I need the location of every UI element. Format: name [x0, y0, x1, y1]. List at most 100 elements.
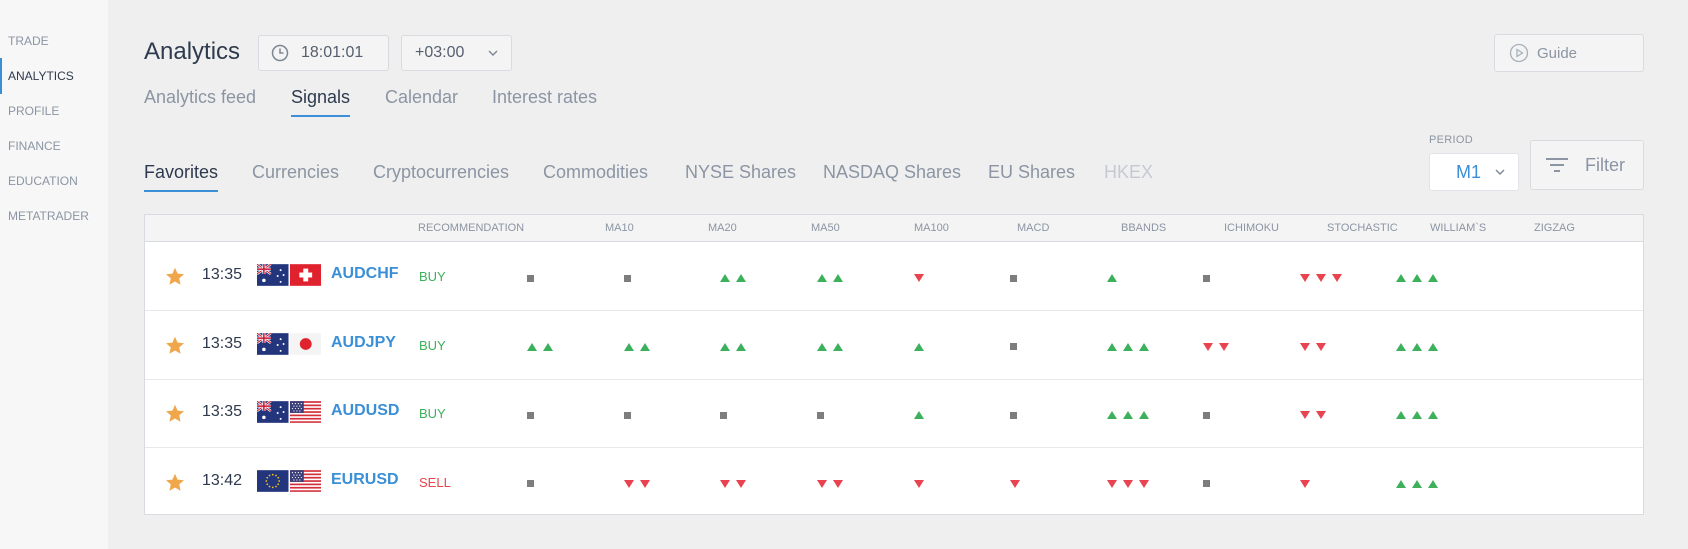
star-icon[interactable]	[165, 404, 185, 423]
column-header: MACD	[1017, 222, 1050, 234]
period-value: M1	[1456, 162, 1482, 182]
neutral-square-icon	[1010, 274, 1017, 282]
column-header: MA20	[708, 222, 737, 234]
arrow-up-icon	[1412, 479, 1422, 488]
arrow-up-icon	[1139, 342, 1149, 351]
signal-indicator	[720, 409, 727, 421]
star-icon[interactable]	[165, 336, 185, 355]
pair-link[interactable]: AUDCHF	[331, 265, 399, 283]
subtab-favorites[interactable]: Favorites	[144, 162, 219, 192]
arrow-up-icon	[1412, 274, 1422, 282]
arrow-up-icon	[1107, 342, 1117, 351]
guide-button[interactable]: Guide	[1494, 34, 1644, 72]
filter-button[interactable]: Filter	[1530, 140, 1644, 190]
tab-analytics-feed[interactable]: Analytics feed	[144, 87, 256, 117]
arrow-up-icon	[720, 274, 730, 282]
column-header: ZIGZAG	[1534, 222, 1575, 234]
arrow-up-icon	[640, 342, 650, 351]
currency-flags	[257, 469, 321, 494]
star-icon[interactable]	[165, 267, 185, 286]
signal-indicator	[1203, 272, 1210, 284]
row-time: 13:42	[202, 471, 243, 489]
signal-indicator	[1300, 478, 1310, 490]
arrow-down-icon	[1300, 342, 1310, 351]
chevron-down-icon	[1495, 169, 1505, 175]
table-row[interactable]: 13:35 AUDJPY BUY	[145, 312, 1643, 380]
clock-icon	[271, 44, 289, 62]
arrow-down-icon	[1107, 479, 1117, 488]
clock-display: 18:01:01	[258, 35, 389, 71]
timezone-value: +03:00	[415, 44, 465, 61]
arrow-down-icon	[914, 274, 924, 282]
arrow-up-icon	[1396, 411, 1406, 419]
signal-indicator	[1396, 272, 1438, 284]
arrow-up-icon	[1428, 342, 1438, 351]
sidebar-item-finance[interactable]: FINANCE	[0, 128, 108, 164]
currency-flags	[257, 264, 321, 288]
sidebar-item-analytics[interactable]: ANALYTICS	[0, 58, 108, 94]
neutral-square-icon	[817, 411, 824, 419]
pair-link[interactable]: EURUSD	[331, 471, 399, 489]
sidebar-item-trade[interactable]: TRADE	[0, 23, 108, 59]
tab-calendar[interactable]: Calendar	[385, 87, 458, 117]
neutral-square-icon	[624, 411, 631, 419]
signal-indicator	[914, 272, 924, 284]
arrow-up-icon	[833, 274, 843, 282]
pair-link[interactable]: AUDJPY	[331, 334, 396, 352]
subtab-hkex[interactable]: HKEX	[1104, 162, 1153, 192]
subtab-cryptocurrencies[interactable]: Cryptocurrencies	[373, 162, 509, 192]
signal-indicator	[1010, 341, 1017, 353]
period-select[interactable]: M1	[1429, 153, 1519, 191]
signal-indicator	[817, 341, 843, 353]
neutral-square-icon	[527, 274, 534, 282]
filter-icon	[1546, 158, 1568, 172]
arrow-down-icon	[1300, 274, 1310, 282]
table-row[interactable]: 13:42 EURUSD SELL	[145, 449, 1643, 517]
recommendation-label: BUY	[419, 337, 446, 353]
signal-indicator	[914, 478, 924, 490]
subtab-nyse-shares[interactable]: NYSE Shares	[685, 162, 796, 192]
signal-indicator	[1107, 409, 1149, 421]
column-header: ICHIMOKU	[1224, 222, 1279, 234]
sidebar: TRADE ANALYTICS PROFILE FINANCE EDUCATIO…	[0, 0, 108, 549]
arrow-down-icon	[1139, 479, 1149, 488]
currency-flags	[257, 401, 321, 425]
signal-indicator	[1203, 478, 1210, 490]
signal-indicator	[1107, 272, 1117, 284]
arrow-up-icon	[736, 342, 746, 351]
timezone-select[interactable]: +03:00	[401, 35, 512, 71]
column-header: STOCHASTIC	[1327, 222, 1398, 234]
arrow-down-icon	[914, 479, 924, 488]
arrow-up-icon	[624, 342, 634, 351]
neutral-square-icon	[527, 411, 534, 419]
sidebar-item-education[interactable]: EDUCATION	[0, 163, 108, 199]
arrow-down-icon	[1010, 479, 1020, 488]
arrow-up-icon	[736, 274, 746, 282]
tab-signals[interactable]: Signals	[291, 87, 351, 117]
sidebar-item-metatrader[interactable]: METATRADER	[0, 198, 108, 234]
arrow-up-icon	[1107, 274, 1117, 282]
column-header: BBANDS	[1121, 222, 1167, 234]
pair-link[interactable]: AUDUSD	[331, 402, 399, 420]
subtab-nasdaq-shares[interactable]: NASDAQ Shares	[823, 162, 961, 192]
subtab-eu-shares[interactable]: EU Shares	[988, 162, 1075, 192]
signal-indicator	[1010, 409, 1017, 421]
signal-indicator	[1203, 341, 1229, 353]
subtab-currencies[interactable]: Currencies	[252, 162, 339, 192]
arrow-up-icon	[1139, 411, 1149, 419]
star-icon[interactable]	[165, 473, 185, 492]
signal-indicator	[1300, 272, 1342, 284]
table-row[interactable]: 13:35 AUDUSD BUY	[145, 380, 1643, 448]
sidebar-item-profile[interactable]: PROFILE	[0, 93, 108, 129]
subtab-commodities[interactable]: Commodities	[543, 162, 648, 192]
table-header: RECOMMENDATION MA10 MA20 MA50 MA100 MACD…	[145, 215, 1643, 242]
signal-indicator	[624, 409, 631, 421]
signal-indicator	[1396, 341, 1438, 353]
signal-indicator	[720, 341, 746, 353]
page-title: Analytics	[144, 38, 241, 65]
table-row[interactable]: 13:35 AUDCHF BUY	[145, 243, 1643, 311]
australia-flag-icon	[257, 264, 289, 286]
filter-label: Filter	[1585, 154, 1625, 175]
tab-interest-rates[interactable]: Interest rates	[492, 87, 597, 117]
signal-indicator	[1396, 409, 1438, 421]
